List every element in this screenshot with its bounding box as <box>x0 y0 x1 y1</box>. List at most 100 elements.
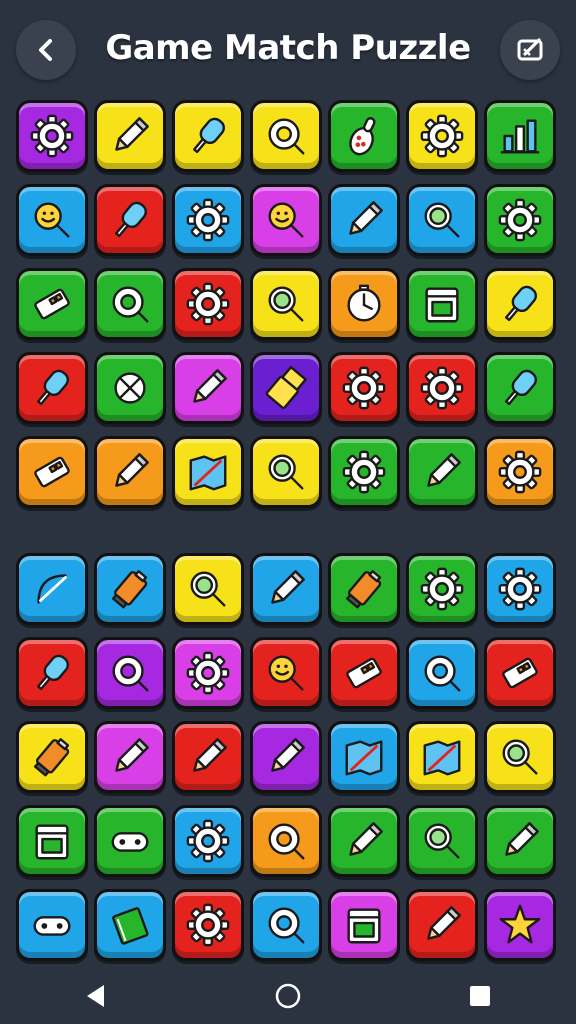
nav-back-button[interactable] <box>66 971 126 1021</box>
bottom-tile-r1c5[interactable] <box>328 553 400 625</box>
bottom-tile-r5c3[interactable] <box>172 889 244 961</box>
top-tile-r3c6[interactable] <box>406 268 478 340</box>
pencil-icon <box>193 738 227 772</box>
top-tile-r1c5[interactable] <box>328 100 400 172</box>
bottom-tile-r4c2[interactable] <box>94 805 166 877</box>
star-icon <box>499 904 541 944</box>
bottom-tile-r1c6[interactable] <box>406 553 478 625</box>
edit-square-icon <box>517 38 543 61</box>
bottom-tile-r2c5[interactable] <box>328 637 400 709</box>
top-tile-r2c7[interactable] <box>484 184 556 256</box>
top-tile-r5c4[interactable] <box>250 436 322 508</box>
top-tile-r1c1[interactable] <box>16 100 88 172</box>
bottom-tile-r3c2[interactable] <box>94 721 166 793</box>
bottom-tile-r4c7[interactable] <box>484 805 556 877</box>
top-tile-r4c5[interactable] <box>328 352 400 424</box>
top-tile-r2c1[interactable] <box>16 184 88 256</box>
top-tile-r5c5[interactable] <box>328 436 400 508</box>
book-icon <box>112 907 149 945</box>
bottom-tile-r3c4[interactable] <box>250 721 322 793</box>
top-tile-r5c2[interactable] <box>94 436 166 508</box>
tile-board-top <box>16 100 562 508</box>
gear-icon <box>498 198 542 242</box>
top-tile-r1c4[interactable] <box>250 100 322 172</box>
top-tile-r5c7[interactable] <box>484 436 556 508</box>
top-tile-r3c7[interactable] <box>484 268 556 340</box>
bottom-tile-r5c2[interactable] <box>94 889 166 961</box>
ring-icon <box>268 118 305 155</box>
bottom-tile-r2c4[interactable] <box>250 637 322 709</box>
top-tile-r3c3[interactable] <box>172 268 244 340</box>
bottom-tile-r4c4[interactable] <box>250 805 322 877</box>
bottom-tile-r5c1[interactable] <box>16 889 88 961</box>
nav-home-button[interactable] <box>258 971 318 1021</box>
usb-icon <box>265 365 307 410</box>
top-tile-r4c3[interactable] <box>172 352 244 424</box>
eraser-icon <box>346 657 382 689</box>
top-tile-r3c4[interactable] <box>250 268 322 340</box>
bottom-tile-r1c2[interactable] <box>94 553 166 625</box>
bottom-tile-r1c3[interactable] <box>172 553 244 625</box>
top-tile-r2c3[interactable] <box>172 184 244 256</box>
gear-icon <box>30 114 74 158</box>
bottom-tile-r3c7[interactable] <box>484 721 556 793</box>
bottom-tile-r5c7[interactable] <box>484 889 556 961</box>
top-tile-r1c3[interactable] <box>172 100 244 172</box>
bottom-tile-r4c1[interactable] <box>16 805 88 877</box>
top-tile-r4c4[interactable] <box>250 352 322 424</box>
bottom-tile-r2c2[interactable] <box>94 637 166 709</box>
map-icon <box>423 740 461 776</box>
top-tile-r3c1[interactable] <box>16 268 88 340</box>
edit-button[interactable] <box>500 20 560 80</box>
nav-recents-button[interactable] <box>450 971 510 1021</box>
tile-grid <box>16 100 562 508</box>
bottom-tile-r1c7[interactable] <box>484 553 556 625</box>
gear-icon <box>186 282 230 326</box>
ring-icon <box>268 823 305 860</box>
popsicle-icon <box>37 369 69 406</box>
top-tile-r5c1[interactable] <box>16 436 88 508</box>
bottom-tile-r3c6[interactable] <box>406 721 478 793</box>
bottom-tile-r2c6[interactable] <box>406 637 478 709</box>
bottom-tile-r2c3[interactable] <box>172 637 244 709</box>
top-tile-r4c1[interactable] <box>16 352 88 424</box>
cross-circle-icon <box>114 372 146 404</box>
eraser-icon <box>34 288 70 320</box>
bottom-tile-r1c4[interactable] <box>250 553 322 625</box>
bottom-tile-r3c5[interactable] <box>328 721 400 793</box>
top-tile-r4c2[interactable] <box>94 352 166 424</box>
bottom-tile-r2c7[interactable] <box>484 637 556 709</box>
top-tile-r2c2[interactable] <box>94 184 166 256</box>
top-tile-r1c6[interactable] <box>406 100 478 172</box>
top-tile-r4c6[interactable] <box>406 352 478 424</box>
gear-icon <box>342 450 386 494</box>
top-tile-r3c5[interactable] <box>328 268 400 340</box>
bottom-tile-r5c6[interactable] <box>406 889 478 961</box>
gear-icon <box>498 567 542 611</box>
bottom-tile-r5c4[interactable] <box>250 889 322 961</box>
top-tile-r1c2[interactable] <box>94 100 166 172</box>
top-tile-r2c6[interactable] <box>406 184 478 256</box>
top-tile-r5c6[interactable] <box>406 436 478 508</box>
magnifier-face-icon <box>268 655 304 691</box>
tile-grid <box>16 553 562 961</box>
top-tile-r2c5[interactable] <box>328 184 400 256</box>
bottom-tile-r3c1[interactable] <box>16 721 88 793</box>
bottom-tile-r3c3[interactable] <box>172 721 244 793</box>
bottom-tile-r4c5[interactable] <box>328 805 400 877</box>
top-tile-r1c7[interactable] <box>484 100 556 172</box>
bottom-tile-r2c1[interactable] <box>16 637 88 709</box>
top-tile-r2c4[interactable] <box>250 184 322 256</box>
gear-icon <box>420 114 464 158</box>
bottom-tile-r4c3[interactable] <box>172 805 244 877</box>
bottom-tile-r5c5[interactable] <box>328 889 400 961</box>
clock-icon <box>347 284 381 322</box>
top-tile-r5c3[interactable] <box>172 436 244 508</box>
bowling-pin-icon <box>349 117 376 156</box>
pencil-icon <box>193 369 227 403</box>
top-tile-r3c2[interactable] <box>94 268 166 340</box>
bottom-tile-r4c6[interactable] <box>406 805 478 877</box>
top-tile-r4c7[interactable] <box>484 352 556 424</box>
bottom-tile-r1c1[interactable] <box>16 553 88 625</box>
eraser-icon <box>502 657 538 689</box>
